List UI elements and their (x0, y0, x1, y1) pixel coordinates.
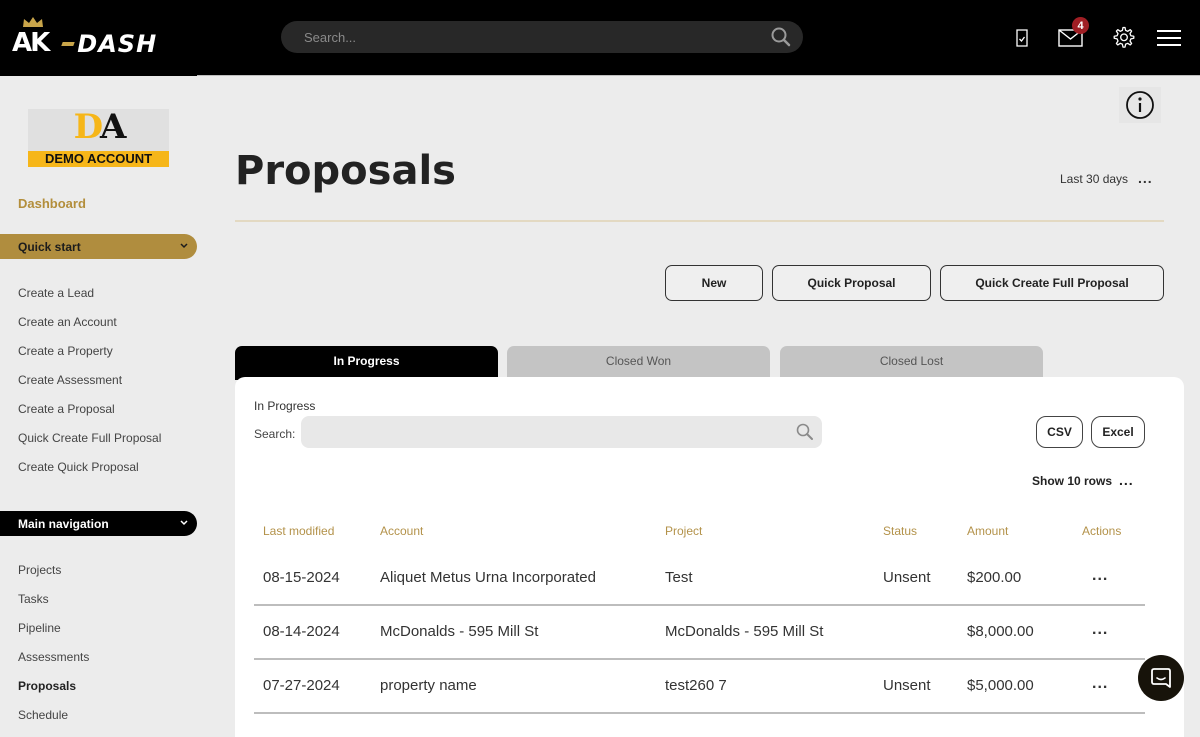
cell-last-modified: 07-27-2024 (263, 677, 340, 694)
cell-last-modified: 08-14-2024 (263, 623, 340, 640)
quick-proposal-button[interactable]: Quick Proposal (772, 265, 931, 301)
sidebar: DA DEMO ACCOUNT Dashboard Quick start Cr… (0, 76, 197, 722)
mail-badge: 4 (1072, 17, 1089, 34)
sidebar-item-create-property[interactable]: Create a Property (18, 344, 113, 358)
tab-in-progress[interactable]: In Progress (235, 346, 498, 380)
quick-start-toggle[interactable]: Quick start (0, 234, 197, 259)
row-actions-button[interactable]: ... (1092, 621, 1108, 639)
show-rows-selector[interactable]: Show 10 rows (1032, 474, 1112, 488)
sidebar-item-projects[interactable]: Projects (18, 563, 61, 577)
tab-closed-won[interactable]: Closed Won (507, 346, 770, 380)
cell-last-modified: 08-15-2024 (263, 569, 340, 586)
date-range-filter[interactable]: Last 30 days (1060, 172, 1128, 186)
cell-account[interactable]: McDonalds - 595 Mill St (380, 623, 538, 640)
tasks-icon (1016, 29, 1028, 47)
info-button[interactable] (1119, 87, 1161, 123)
sidebar-item-dashboard[interactable]: Dashboard (18, 196, 86, 211)
sidebar-item-quick-create-full-proposal[interactable]: Quick Create Full Proposal (18, 431, 161, 445)
sidebar-item-create-lead[interactable]: Create a Lead (18, 286, 94, 300)
account-logo[interactable]: DA DEMO ACCOUNT (28, 109, 169, 167)
chevron-down-icon (180, 243, 188, 249)
main-navigation-label: Main navigation (18, 516, 109, 531)
logo-ak: AK (12, 17, 50, 56)
table-row[interactable]: 07-27-2024 property name test260 7 Unsen… (254, 660, 1145, 714)
sidebar-item-pipeline[interactable]: Pipeline (18, 621, 61, 635)
show-rows-more-button[interactable]: ... (1119, 472, 1134, 488)
global-search-input[interactable] (304, 29, 771, 45)
chat-launcher-button[interactable] (1138, 655, 1184, 701)
logo-dash: DASH (61, 32, 157, 56)
column-header-last-modified[interactable]: Last modified (263, 524, 334, 538)
settings-button[interactable] (1108, 22, 1138, 54)
proposals-table-card: In Progress Search: CSV Excel Show 10 ro… (235, 377, 1184, 737)
logo-dash-bar (61, 42, 76, 46)
tasks-button[interactable] (1007, 22, 1037, 54)
search-icon[interactable] (796, 423, 814, 441)
sidebar-item-create-proposal[interactable]: Create a Proposal (18, 402, 115, 416)
sidebar-item-create-quick-proposal[interactable]: Create Quick Proposal (18, 460, 139, 474)
title-divider (235, 220, 1164, 222)
table-search-input[interactable] (313, 425, 796, 439)
sidebar-item-tasks[interactable]: Tasks (18, 592, 49, 606)
table-search-label: Search: (254, 427, 296, 441)
page-title: Proposals (235, 148, 456, 194)
main-navigation-toggle[interactable]: Main navigation (0, 511, 197, 536)
cell-status: Unsent (883, 569, 931, 586)
global-search[interactable] (281, 21, 803, 53)
info-icon (1126, 91, 1154, 119)
cell-account[interactable]: property name (380, 677, 477, 694)
quick-create-full-proposal-button[interactable]: Quick Create Full Proposal (940, 265, 1164, 301)
cell-account[interactable]: Aliquet Metus Urna Incorporated (380, 569, 596, 586)
column-header-project[interactable]: Project (665, 524, 702, 538)
cell-status: Unsent (883, 677, 931, 694)
table-search[interactable] (301, 416, 822, 448)
row-actions-button[interactable]: ... (1092, 567, 1108, 585)
sidebar-item-proposals[interactable]: Proposals (18, 679, 76, 693)
column-header-actions: Actions (1082, 524, 1122, 538)
cell-amount: $8,000.00 (967, 623, 1034, 640)
hamburger-menu-button[interactable] (1154, 22, 1184, 54)
sidebar-item-assessments[interactable]: Assessments (18, 650, 89, 664)
excel-export-button[interactable]: Excel (1091, 416, 1145, 448)
cell-project[interactable]: Test (665, 569, 693, 586)
main-content: Proposals Last 30 days ... New Quick Pro… (197, 76, 1200, 737)
table-title: In Progress (254, 399, 316, 413)
cell-amount: $200.00 (967, 569, 1022, 586)
column-header-account[interactable]: Account (380, 524, 423, 538)
row-actions-button[interactable]: ... (1092, 675, 1108, 693)
sidebar-item-create-assessment[interactable]: Create Assessment (18, 373, 122, 387)
top-bar: AK DASH 4 (0, 0, 1200, 76)
menu-icon (1157, 30, 1181, 46)
column-header-amount[interactable]: Amount (967, 524, 1008, 538)
crown-icon (23, 17, 43, 27)
chat-icon (1151, 668, 1171, 688)
tab-closed-lost[interactable]: Closed Lost (780, 346, 1043, 380)
account-logo-text: DEMO ACCOUNT (28, 151, 169, 167)
csv-export-button[interactable]: CSV (1036, 416, 1083, 448)
sidebar-item-create-account[interactable]: Create an Account (18, 315, 117, 329)
date-range-more-button[interactable]: ... (1138, 170, 1153, 186)
gear-icon (1113, 26, 1135, 48)
new-button[interactable]: New (665, 265, 763, 301)
table-row[interactable]: 08-15-2024 Aliquet Metus Urna Incorporat… (254, 552, 1145, 606)
chevron-down-icon (180, 520, 188, 526)
messages-button[interactable]: 4 (1056, 17, 1089, 54)
account-logo-initials: DA (73, 107, 127, 147)
cell-project[interactable]: McDonalds - 595 Mill St (665, 623, 823, 640)
table-row[interactable]: 08-14-2024 McDonalds - 595 Mill St McDon… (254, 606, 1145, 660)
cell-amount: $5,000.00 (967, 677, 1034, 694)
cell-project[interactable]: test260 7 (665, 677, 727, 694)
column-header-status[interactable]: Status (883, 524, 917, 538)
quick-start-label: Quick start (18, 239, 81, 254)
search-icon[interactable] (771, 27, 791, 47)
app-logo[interactable]: AK DASH (12, 16, 157, 56)
